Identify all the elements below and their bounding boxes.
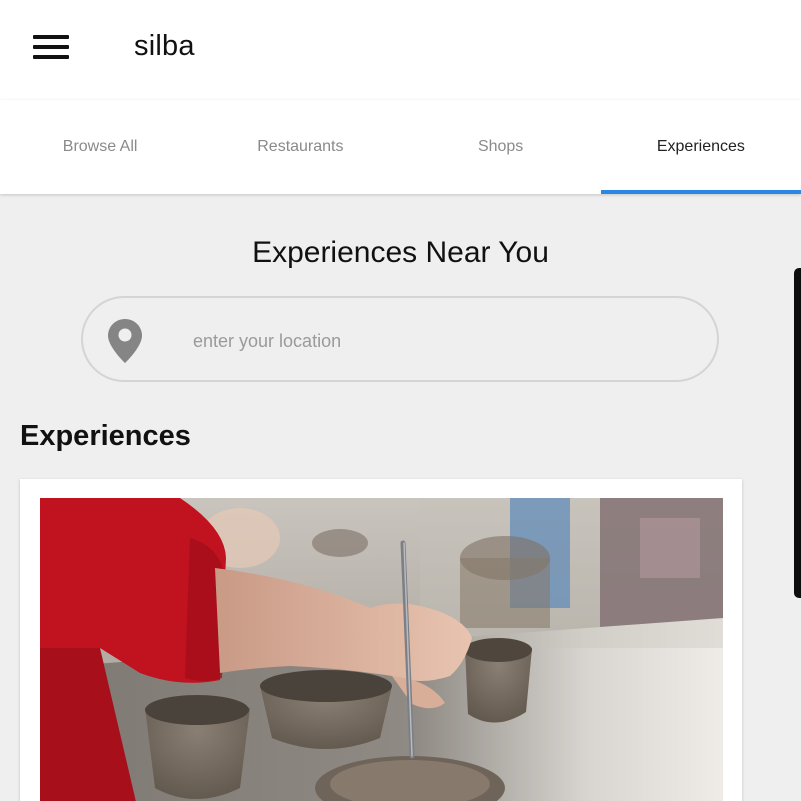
menu-line: [33, 35, 69, 39]
experience-card[interactable]: [20, 479, 742, 801]
tab-restaurants[interactable]: Restaurants: [200, 100, 400, 194]
tab-shops[interactable]: Shops: [401, 100, 601, 194]
location-search-bar[interactable]: [81, 296, 719, 382]
tab-experiences[interactable]: Experiences: [600, 100, 801, 194]
section-title-experiences: Experiences: [20, 420, 191, 452]
device-edge-bezel: [794, 268, 801, 598]
location-input[interactable]: [191, 320, 675, 362]
page-headline: Experiences Near You: [252, 236, 549, 269]
location-pin-icon: [108, 319, 142, 363]
hamburger-menu-icon[interactable]: [33, 33, 71, 61]
tab-browse-all[interactable]: Browse All: [0, 100, 200, 194]
menu-line: [33, 45, 69, 49]
top-app-bar: silba: [0, 0, 801, 100]
pottery-photo-illustration: [40, 498, 723, 801]
pottery-workshop-photo: [40, 498, 723, 801]
app-screen: silba Browse All Restaurants Shops Exper…: [0, 0, 801, 801]
menu-line: [33, 55, 69, 59]
category-tabs: Browse All Restaurants Shops Experiences: [0, 100, 801, 194]
app-title: silba: [134, 30, 195, 62]
